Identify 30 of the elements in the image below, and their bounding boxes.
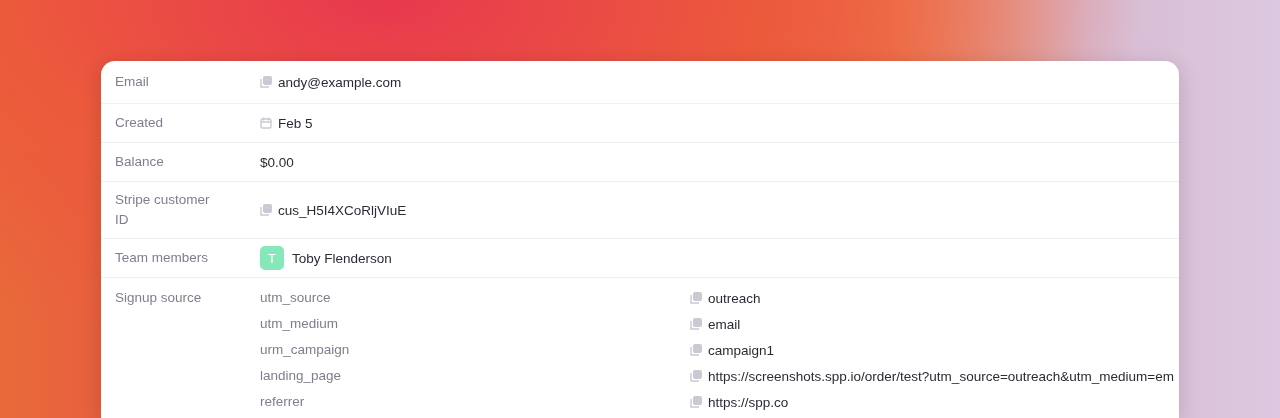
param-key: utm_medium	[260, 314, 690, 334]
date-value: Feb 5	[278, 115, 313, 131]
copy-icon[interactable]	[260, 76, 272, 88]
copy-icon[interactable]	[690, 318, 702, 330]
field-value: andy@example.com	[278, 74, 402, 90]
copy-icon[interactable]	[260, 204, 272, 216]
param-key: referrer	[260, 392, 690, 412]
copy-icon[interactable]	[690, 344, 702, 356]
member-name[interactable]: Toby Flenderson	[292, 250, 392, 266]
param-value: campaign1	[708, 342, 775, 358]
field-label: Balance	[115, 153, 165, 171]
param-key: utm_source	[260, 288, 690, 308]
param-value: outreach	[708, 290, 761, 306]
copy-icon[interactable]	[690, 370, 702, 382]
param-key: landing_page	[260, 366, 690, 386]
avatar: T	[260, 246, 284, 270]
param-value: https://spp.co	[708, 394, 789, 410]
field-label: Team members	[115, 249, 210, 267]
copy-icon[interactable]	[690, 292, 702, 304]
field-value: cus_H5I4XCoRljVIuE	[278, 202, 407, 218]
calendar-icon	[260, 117, 272, 129]
copy-icon[interactable]	[690, 396, 702, 408]
param-value: https://screenshots.spp.io/order/test?utm_source=outreach&utm_medium=em	[708, 368, 1174, 384]
field-label: Signup source	[115, 289, 203, 307]
field-label: Stripe customer ID	[115, 191, 211, 229]
field-label: Email	[115, 73, 150, 91]
field-value: $0.00	[260, 154, 294, 170]
field-label: Created	[115, 114, 165, 132]
param-key: urm_campaign	[260, 340, 690, 360]
param-value: email	[708, 316, 741, 332]
